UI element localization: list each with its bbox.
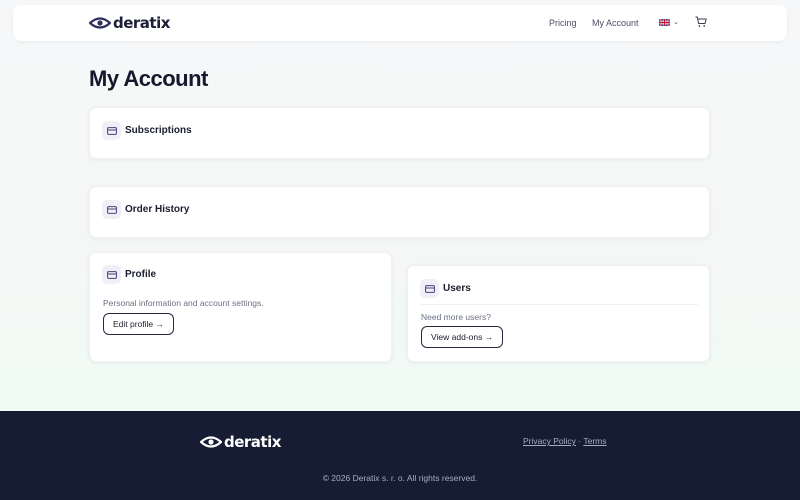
users-header: Users	[420, 279, 471, 298]
order-history-title: Order History	[125, 204, 190, 215]
users-divider	[421, 304, 698, 305]
nav-my-account-link[interactable]: My Account	[592, 18, 639, 28]
edit-profile-button[interactable]: Edit profile →	[103, 313, 175, 335]
eye-logo-icon	[200, 436, 222, 448]
top-navbar: deratix Pricing My Account ⌄	[13, 5, 787, 41]
uk-flag-icon[interactable]	[659, 19, 670, 26]
users-card: Users Need more users? View add-ons →	[407, 265, 710, 362]
profile-description: Personal information and account setting…	[103, 298, 264, 308]
card-icon	[102, 265, 121, 284]
users-title: Users	[443, 283, 471, 294]
card-icon	[420, 279, 439, 298]
nav-pricing-link[interactable]: Pricing	[549, 18, 577, 28]
privacy-policy-link[interactable]: Privacy Policy	[523, 436, 576, 446]
card-icon	[102, 121, 121, 140]
terms-link[interactable]: Terms	[583, 436, 606, 446]
order-history-header: Order History	[102, 200, 189, 219]
footer-separator: ·	[578, 436, 582, 446]
chevron-down-icon[interactable]: ⌄	[673, 18, 679, 26]
cart-icon[interactable]	[695, 16, 707, 28]
view-add-ons-button[interactable]: View add-ons →	[421, 326, 504, 348]
footer-brand-logo[interactable]: deratix	[200, 433, 281, 451]
page-title: My Account	[89, 66, 208, 91]
subscriptions-card[interactable]: Subscriptions	[89, 107, 710, 159]
eye-logo-icon	[89, 17, 111, 29]
profile-title: Profile	[125, 269, 157, 280]
users-description: Need more users?	[421, 312, 491, 322]
brand-logo[interactable]: deratix	[89, 14, 170, 32]
subscriptions-title: Subscriptions	[125, 125, 192, 136]
brand-wordmark: deratix	[113, 14, 170, 32]
subscriptions-header: Subscriptions	[102, 121, 192, 140]
order-history-card[interactable]: Order History	[89, 186, 710, 238]
footer-brand-wordmark: deratix	[224, 433, 281, 451]
card-icon	[102, 200, 121, 219]
profile-header: Profile	[102, 265, 156, 284]
copyright-text: © 2026 Deratix s. r. o. All rights reser…	[322, 473, 478, 483]
footer: deratix Privacy Policy · Terms © 2026 De…	[0, 411, 800, 500]
profile-card: Profile Personal information and account…	[89, 252, 392, 362]
footer-links: Privacy Policy · Terms	[523, 436, 606, 446]
